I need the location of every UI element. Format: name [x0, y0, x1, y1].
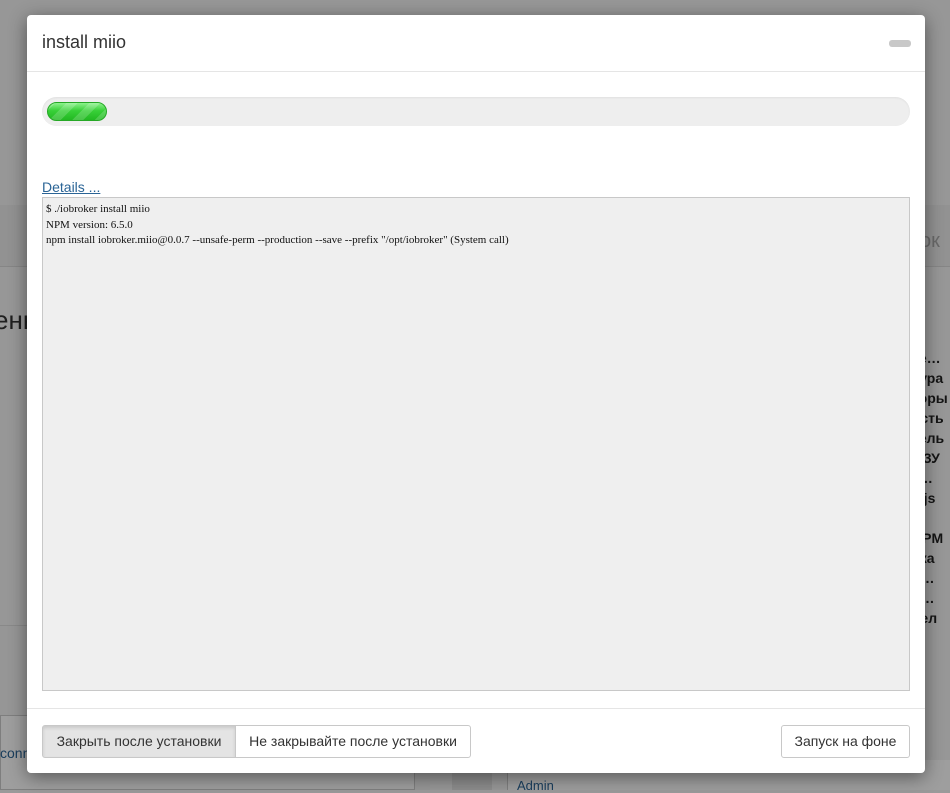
run-in-background-button[interactable]: Запуск на фоне [781, 725, 910, 758]
install-output-console: $ ./iobroker install miio NPM version: 6… [42, 197, 910, 691]
details-link[interactable]: Details ... [42, 179, 100, 195]
console-line: NPM version: 6.5.0 [46, 218, 133, 231]
install-progress-bar [42, 97, 910, 126]
install-progress-fill [47, 102, 107, 121]
install-dialog: install miio Details ... $ ./iobroker in… [27, 15, 925, 773]
close-after-install-button[interactable]: Закрыть после установки [42, 725, 236, 758]
dont-close-after-install-button[interactable]: Не закрывайте после установки [235, 725, 471, 758]
dialog-header: install miio [27, 15, 925, 72]
dialog-title: install miio [42, 32, 127, 52]
console-line: $ ./iobroker install miio [46, 203, 150, 215]
minimize-icon[interactable] [889, 40, 911, 47]
console-line: npm install iobroker.miio@0.0.7 --unsafe… [46, 234, 509, 246]
dialog-footer: Закрыть после установки Не закрывайте по… [27, 708, 925, 773]
